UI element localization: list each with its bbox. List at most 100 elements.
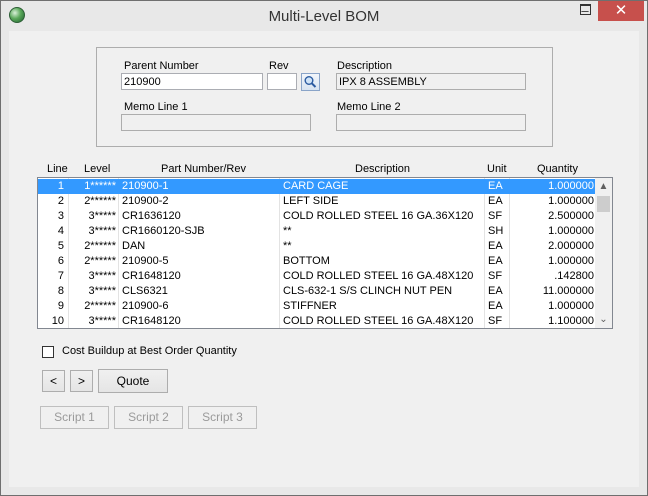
cell-line: 3 (57, 210, 64, 222)
quote-button[interactable]: Quote (98, 369, 168, 393)
cell-description: CARD CAGE (283, 180, 349, 192)
title-bar[interactable]: Multi-Level BOM ‒ ✕ (1, 1, 647, 31)
cell-quantity: 2.500000 (548, 210, 594, 222)
parent-number-label: Parent Number (124, 60, 199, 72)
cell-line: 7 (57, 270, 64, 282)
cell-part: CR1648120 (122, 315, 181, 327)
cell-part: CR1648120 (122, 270, 181, 282)
cell-quantity: 1.000000 (548, 195, 594, 207)
cell-quantity: 2.000000 (548, 240, 594, 252)
script1-button[interactable]: Script 1 (40, 406, 109, 429)
cell-quantity: 1.000000 (548, 255, 594, 267)
cell-unit: EA (488, 180, 503, 192)
cell-quantity: .142800 (554, 270, 594, 282)
previous-button[interactable]: < (42, 370, 65, 392)
cell-quantity: 1.000000 (548, 300, 594, 312)
cell-level: 1****** (84, 180, 116, 192)
table-row[interactable]: 3 3***** CR1636120 COLD ROLLED STEEL 16 GA.… (38, 209, 596, 224)
cell-part: DAN (122, 240, 146, 252)
cell-part: 210900-2 (122, 195, 169, 207)
table-row[interactable]: 4 3***** CR1660120-SJB ** SH 1.000000 (38, 224, 596, 239)
close-button[interactable]: ✕ (598, 1, 644, 21)
cell-level: 3***** (88, 225, 116, 237)
cell-level: 3***** (88, 210, 116, 222)
cell-description: COLD ROLLED STEEL 16 GA.36X120 (283, 210, 474, 222)
scroll-thumb[interactable] (597, 196, 610, 212)
column-header-quantity[interactable]: Quantity (537, 163, 578, 175)
cell-unit: SH (488, 225, 504, 237)
cell-description: LEFT SIDE (283, 195, 339, 207)
cell-quantity: 1.100000 (548, 315, 594, 327)
cost-buildup-checkbox[interactable] (42, 346, 54, 358)
table-row[interactable]: 1 1****** 210900-1 CARD CAGE EA 1.000000 (38, 179, 596, 194)
cell-level: 3***** (88, 315, 116, 327)
table-scrollbar[interactable]: ▲ ⌄ (595, 178, 612, 328)
scroll-down-icon[interactable]: ⌄ (595, 311, 612, 328)
rev-label: Rev (269, 60, 289, 72)
table-row[interactable]: 6 2****** 210900-5 BOTTOM EA 1.000000 (38, 254, 596, 269)
cell-unit: EA (488, 255, 503, 267)
cell-line: 2 (57, 195, 64, 207)
bom-table: Line Level Part Number/Rev Description U… (37, 161, 613, 331)
cell-unit: SF (488, 270, 503, 282)
cell-description: COLD ROLLED STEEL 16 GA.48X120 (283, 315, 474, 327)
rev-input[interactable] (267, 73, 297, 90)
cell-line: 6 (57, 255, 64, 267)
cell-description: COLD ROLLED STEEL 16 GA.48X120 (283, 270, 474, 282)
maximize-icon (579, 4, 591, 15)
description-field: IPX 8 ASSEMBLY (336, 73, 526, 90)
table-row[interactable]: 7 3***** CR1648120 COLD ROLLED STEEL 16 GA.… (38, 269, 596, 284)
parent-number-input[interactable]: 210900 (121, 73, 263, 90)
description-label: Description (337, 60, 393, 72)
cell-level: 2****** (84, 300, 116, 312)
cell-line: 9 (57, 300, 64, 312)
script3-button[interactable]: Script 3 (188, 406, 257, 429)
cell-description: STIFFNER (283, 300, 337, 312)
column-header-description[interactable]: Description (355, 163, 410, 175)
cell-quantity: 11.000000 (542, 285, 594, 297)
lookup-button[interactable] (301, 73, 320, 91)
script2-button[interactable]: Script 2 (114, 406, 183, 429)
table-row[interactable]: 9 2****** 210900-6 STIFFNER EA 1.000000 (38, 299, 596, 314)
cell-line: 4 (57, 225, 64, 237)
memo1-label: Memo Line 1 (124, 101, 188, 113)
scroll-up-icon[interactable]: ▲ (595, 178, 612, 195)
cell-description: ** (283, 240, 292, 252)
next-button[interactable]: > (70, 370, 93, 392)
parent-info-group: Parent Number 210900 Rev Description IPX… (96, 47, 553, 147)
table-row[interactable]: 10 3***** CR1648120 COLD ROLLED STEEL 16 GA… (38, 314, 596, 328)
cell-description: BOTTOM (283, 255, 330, 267)
client-area: Parent Number 210900 Rev Description IPX… (9, 31, 639, 487)
cell-level: 2****** (84, 240, 116, 252)
cell-line: 10 (51, 315, 64, 327)
table-row[interactable]: 8 3***** CLS6321 CLS-632-1 S/S CLINCH NUT P… (38, 284, 596, 299)
table-row[interactable]: 5 2****** DAN ** EA 2.000000 (38, 239, 596, 254)
cell-level: 2****** (84, 255, 116, 267)
table-grid: 1 1****** 210900-1 CARD CAGE EA 1.000000 2 2***… (37, 177, 613, 329)
cell-level: 2****** (84, 195, 116, 207)
column-header-unit[interactable]: Unit (487, 163, 507, 175)
cell-description: CLS-632-1 S/S CLINCH NUT PEN (283, 285, 453, 297)
cell-part: CR1660120-SJB (122, 225, 205, 237)
memo1-field (121, 114, 311, 131)
column-header-part[interactable]: Part Number/Rev (161, 163, 246, 175)
cell-level: 3***** (88, 285, 116, 297)
cell-part: 210900-5 (122, 255, 169, 267)
window-title: Multi-Level BOM (268, 8, 380, 25)
cell-quantity: 1.000000 (548, 225, 594, 237)
column-header-level[interactable]: Level (84, 163, 110, 175)
cell-level: 3***** (88, 270, 116, 282)
cell-part: CLS6321 (122, 285, 168, 297)
magnifier-icon (304, 76, 317, 88)
memo2-field (336, 114, 526, 131)
column-header-line[interactable]: Line (47, 163, 68, 175)
cell-unit: SF (488, 210, 503, 222)
cell-line: 1 (57, 180, 64, 192)
cell-quantity: 1.000000 (548, 180, 594, 192)
maximize-button[interactable] (573, 1, 597, 21)
memo2-label: Memo Line 2 (337, 101, 401, 113)
cost-buildup-label[interactable]: Cost Buildup at Best Order Quantity (62, 345, 237, 357)
cell-line: 8 (57, 285, 64, 297)
table-row[interactable]: 2 2****** 210900-2 LEFT SIDE EA 1.000000 (38, 194, 596, 209)
cell-part: 210900-1 (122, 180, 169, 192)
